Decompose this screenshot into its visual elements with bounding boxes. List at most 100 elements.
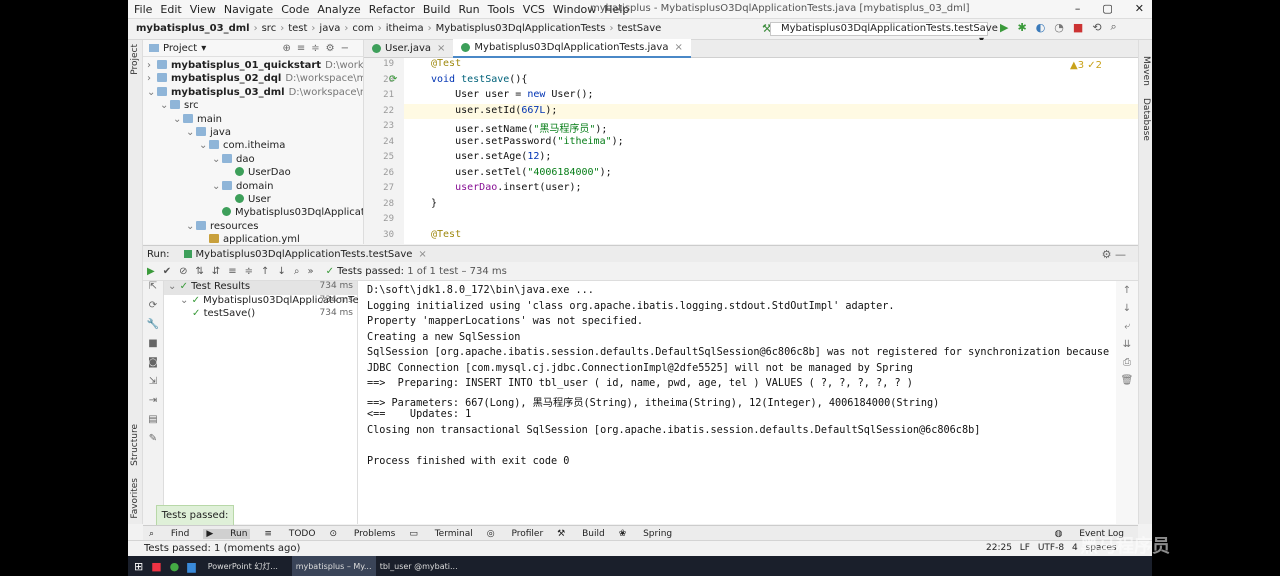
bottom-tab[interactable]: ▶ Run <box>203 528 251 539</box>
structure-side-tab[interactable]: Structure <box>130 424 140 466</box>
tree-item[interactable]: ⌄ dao <box>143 153 363 166</box>
taskbar-app[interactable]: tbl_user @mybati... <box>376 556 464 576</box>
tree-item[interactable]: User <box>143 193 363 206</box>
bottom-tab[interactable]: ◎ Profiler <box>487 529 543 539</box>
code-line[interactable]: User user = new User(); <box>431 89 593 100</box>
update-icon[interactable]: ⟲ <box>1092 21 1101 34</box>
expand-arrow-icon[interactable]: ⌄ <box>168 281 180 292</box>
inspection-widget[interactable]: ▲3 ✓2 <box>1070 60 1102 71</box>
chevron-down-icon[interactable]: ▾ <box>201 43 206 54</box>
tree-item[interactable]: UserDao <box>143 166 363 179</box>
sort-duration-icon[interactable]: ⇵ <box>212 266 220 277</box>
coverage-icon[interactable]: ◐ <box>1036 21 1046 34</box>
up-icon[interactable]: ↑ <box>1116 285 1138 303</box>
breadcrumb-item[interactable]: src <box>262 23 277 34</box>
show-ignored-icon[interactable]: ⊘ <box>179 266 187 277</box>
bottom-tab[interactable]: ⌕ Find <box>149 529 189 539</box>
menu-item[interactable]: Code <box>281 3 309 16</box>
menu-item[interactable]: File <box>134 3 152 16</box>
folder-icon[interactable]: ▆ <box>187 560 195 573</box>
maximize-icon[interactable]: ▢ <box>1102 2 1112 15</box>
breadcrumb-item[interactable]: test <box>288 23 307 34</box>
menu-item[interactable]: Run <box>459 3 480 16</box>
expand-arrow-icon[interactable]: ⌄ <box>212 153 222 166</box>
sort-alpha-icon[interactable]: ⇅ <box>195 266 203 277</box>
tree-item[interactable]: ⌄ domain <box>143 180 363 193</box>
camera-icon[interactable]: ◙ <box>143 357 163 376</box>
favorites-side-tab[interactable]: Favorites <box>130 478 140 519</box>
breadcrumb-item[interactable]: Mybatisplus03DqlApplicationTests <box>436 23 606 34</box>
minimize-icon[interactable]: – <box>1075 2 1081 15</box>
layout-icon[interactable]: ▤ <box>143 414 163 433</box>
expand-arrow-icon[interactable]: ⌄ <box>180 295 192 306</box>
close-tab-icon[interactable]: × <box>418 249 426 260</box>
close-tab-icon[interactable]: × <box>674 42 682 53</box>
project-toolbar-icons[interactable]: ⊕≡≑⚙− <box>283 43 355 54</box>
tree-item[interactable]: ⌄ src <box>143 99 363 112</box>
maven-side-tab[interactable]: Maven <box>1141 56 1151 86</box>
print-icon[interactable]: ⎙ <box>1116 357 1138 375</box>
pin-tab-icon[interactable]: ✎ <box>143 433 163 452</box>
more-icon[interactable]: » <box>307 266 313 277</box>
run-icon[interactable]: ▶ <box>1000 21 1008 34</box>
menu-item[interactable]: Build <box>423 3 451 16</box>
test-result-item[interactable]: ⌄ ✓ Test Results 734 ms <box>164 281 357 295</box>
soft-wrap-icon[interactable]: ⤶ <box>1116 321 1138 339</box>
debug-icon[interactable]: ✱ <box>1017 21 1026 34</box>
taskbar-app[interactable]: mybatisplus – My... <box>291 556 376 576</box>
search-icon[interactable]: ⌕ <box>1111 20 1117 34</box>
expand-arrow-icon[interactable]: ⌄ <box>212 180 222 193</box>
rerun-icon[interactable]: ▶ <box>147 266 155 277</box>
breadcrumb-item[interactable]: itheima <box>386 23 424 34</box>
expand-arrow-icon[interactable]: ⌄ <box>199 139 209 152</box>
code-line[interactable]: @Test <box>431 58 461 69</box>
expand-arrow-icon[interactable]: ⌄ <box>147 86 157 99</box>
pin-icon[interactable]: ⇱ <box>143 281 163 300</box>
tree-item[interactable]: ⌄ mybatisplus_03_dmlD:\workspace\mybatisp… <box>143 86 363 99</box>
menu-item[interactable]: VCS <box>523 3 545 16</box>
code-line[interactable]: user.setTel("4006184000"); <box>431 167 612 178</box>
console-output[interactable]: D:\soft\jdk1.8.0_172\bin\java.exe ... Log… <box>358 281 1116 524</box>
code-line[interactable]: @Test <box>431 229 461 240</box>
menu-item[interactable]: Analyze <box>317 3 360 16</box>
run-gutter-icon[interactable]: ⟳ <box>389 74 397 85</box>
expand-arrow-icon[interactable]: › <box>147 72 157 85</box>
bottom-tab[interactable]: ▭ Terminal <box>409 529 472 539</box>
wrench-icon[interactable]: 🔧 <box>143 319 163 338</box>
close-tab-icon[interactable]: × <box>437 43 445 54</box>
menu-item[interactable]: Navigate <box>224 3 273 16</box>
run-config-select[interactable]: Mybatisplus03DqlApplicationTests.testSav… <box>770 22 998 46</box>
collapse-all-icon[interactable]: ≑ <box>245 266 253 277</box>
import-icon[interactable]: ⇥ <box>143 395 163 414</box>
code-line[interactable]: user.setName("黑马程序员"); <box>431 120 607 135</box>
bottom-tab[interactable]: ❀ Spring <box>619 529 672 539</box>
stop-icon[interactable]: ■ <box>1073 21 1083 34</box>
breadcrumb-item[interactable]: java <box>319 23 340 34</box>
expand-arrow-icon[interactable]: › <box>147 59 157 72</box>
trash-icon[interactable]: 🗑 <box>1116 375 1138 393</box>
search-icon[interactable]: ⌕ <box>294 266 300 277</box>
chrome-icon[interactable]: ● <box>170 560 180 573</box>
bottom-tab[interactable]: ≡ TODO <box>264 529 315 539</box>
run-tab[interactable]: Mybatisplus03DqlApplicationTests.testSav… <box>183 249 427 260</box>
code-line[interactable]: user.setAge(12); <box>431 151 551 162</box>
tree-item[interactable]: Mybatisplus03DqlApplication <box>143 206 363 219</box>
editor-tab[interactable]: User.java × <box>364 40 453 57</box>
taskbar-app[interactable]: PowerPoint 幻灯... <box>204 556 292 576</box>
tree-item[interactable]: ⌄ com.itheima <box>143 139 363 152</box>
code-line[interactable]: userDao.insert(user); <box>431 182 581 193</box>
close-icon[interactable]: ✕ <box>1135 2 1144 15</box>
tree-item[interactable]: application.yml <box>143 233 363 244</box>
show-passed-icon[interactable]: ✔ <box>163 266 171 277</box>
code-line[interactable]: } <box>431 198 437 209</box>
tree-item[interactable]: ⌄ java <box>143 126 363 139</box>
code-line[interactable]: user.setPassword("itheima"); <box>431 136 624 147</box>
test-result-item[interactable]: ✓ testSave() 734 ms <box>164 308 357 322</box>
export-icon[interactable]: ⇲ <box>143 376 163 395</box>
expand-arrow-icon[interactable]: ⌄ <box>173 113 183 126</box>
settings-icon[interactable]: ⚙ — <box>1102 248 1126 261</box>
tree-item[interactable]: ⌄ main <box>143 113 363 126</box>
bottom-tab[interactable]: ⚒ Build <box>557 529 605 539</box>
menu-item[interactable]: Edit <box>160 3 181 16</box>
down-icon[interactable]: ↓ <box>1116 303 1138 321</box>
